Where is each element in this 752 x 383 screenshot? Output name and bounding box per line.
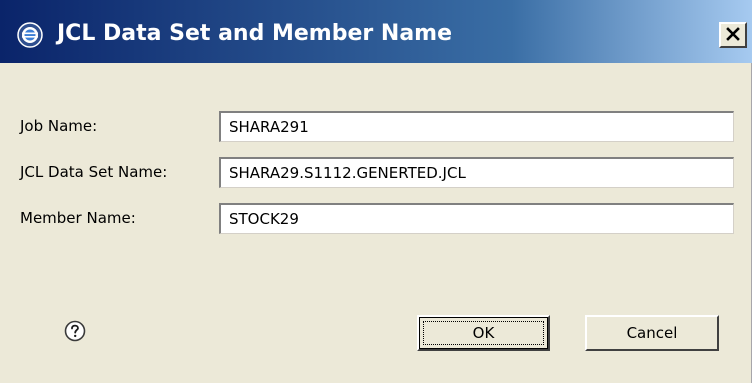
- member-name-label: Member Name:: [20, 209, 136, 227]
- help-icon[interactable]: [64, 320, 86, 342]
- job-name-field[interactable]: [219, 111, 734, 142]
- close-icon: [726, 26, 740, 45]
- ok-button[interactable]: OK: [417, 315, 550, 351]
- eclipse-icon: [17, 22, 43, 48]
- close-button[interactable]: [719, 22, 747, 48]
- cancel-button[interactable]: Cancel: [585, 315, 719, 351]
- job-name-label: Job Name:: [20, 117, 98, 135]
- dialog-title: JCL Data Set and Member Name: [57, 21, 453, 46]
- dialog-window: JCL Data Set and Member Name Job Name: J…: [0, 0, 752, 383]
- ok-button-label: OK: [423, 321, 544, 345]
- member-name-field[interactable]: [219, 203, 734, 234]
- jcl-data-set-name-label: JCL Data Set Name:: [20, 163, 168, 181]
- title-bar[interactable]: JCL Data Set and Member Name: [0, 0, 752, 63]
- jcl-data-set-name-field[interactable]: [219, 157, 734, 188]
